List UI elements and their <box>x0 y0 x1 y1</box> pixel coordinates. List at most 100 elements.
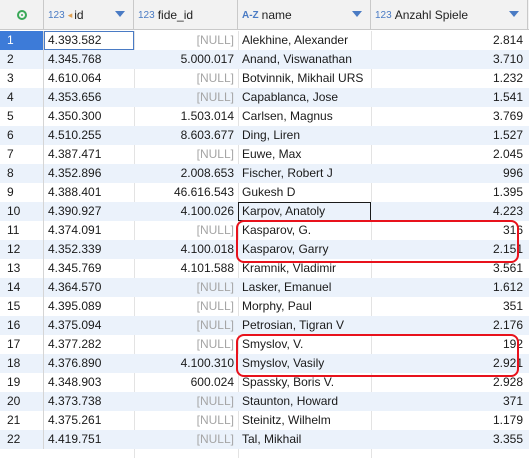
column-header-fide-id[interactable]: 123 fide_id <box>134 0 238 30</box>
cell-fide-id[interactable]: [NULL] <box>134 411 238 430</box>
cell-anzahl-spiele[interactable]: 2.928 <box>371 373 528 392</box>
table-row[interactable]: 22 4.419.751 [NULL] Tal, Mikhail 3.355 <box>0 430 529 449</box>
cell-fide-id[interactable]: 4.100.026 <box>134 202 238 221</box>
cell-fide-id[interactable]: 4.100.018 <box>134 240 238 259</box>
cell-name[interactable]: Spassky, Boris V. <box>238 373 371 392</box>
cell-fide-id[interactable]: [NULL] <box>134 316 238 335</box>
column-header-name[interactable]: A-Z name <box>238 0 371 30</box>
cell-anzahl-spiele[interactable]: 351 <box>371 297 528 316</box>
table-row[interactable]: 12 4.352.339 4.100.018 Kasparov, Garry 2.151 <box>0 240 529 259</box>
cell-name[interactable]: Tal, Mikhail <box>238 430 371 449</box>
cell-name[interactable]: Fischer, Robert J <box>238 164 371 183</box>
cell-id[interactable]: 4.373.738 <box>44 392 134 411</box>
cell-name[interactable]: Euwe, Max <box>238 145 371 164</box>
row-number[interactable]: 10 <box>0 202 44 221</box>
cell-anzahl-spiele[interactable]: 3.561 <box>371 259 528 278</box>
cell-id[interactable]: 4.345.768 <box>44 50 134 69</box>
row-number[interactable]: 9 <box>0 183 44 202</box>
table-row[interactable]: 21 4.375.261 [NULL] Steinitz, Wilhelm 1.179 <box>0 411 529 430</box>
row-number[interactable]: 6 <box>0 126 44 145</box>
row-number[interactable]: 18 <box>0 354 44 373</box>
cell-fide-id[interactable]: [NULL] <box>134 69 238 88</box>
cell-anzahl-spiele[interactable]: 4.223 <box>371 202 528 221</box>
row-number[interactable]: 20 <box>0 392 44 411</box>
cell-anzahl-spiele[interactable]: 371 <box>371 392 528 411</box>
cell-anzahl-spiele[interactable]: 2.045 <box>371 145 528 164</box>
column-menu-arrow-icon[interactable] <box>509 11 519 17</box>
cell-id[interactable]: 4.377.282 <box>44 335 134 354</box>
table-row[interactable]: 10 4.390.927 4.100.026 Karpov, Anatoly 4.223 <box>0 202 529 221</box>
cell-anzahl-spiele[interactable]: 2.151 <box>371 240 528 259</box>
cell-fide-id[interactable]: 1.503.014 <box>134 107 238 126</box>
cell-fide-id[interactable]: 4.100.310 <box>134 354 238 373</box>
cell-fide-id[interactable]: 8.603.677 <box>134 126 238 145</box>
table-row[interactable]: 7 4.387.471 [NULL] Euwe, Max 2.045 <box>0 145 529 164</box>
cell-anzahl-spiele[interactable]: 996 <box>371 164 528 183</box>
cell-fide-id[interactable]: [NULL] <box>134 297 238 316</box>
cell-anzahl-spiele[interactable]: 1.232 <box>371 69 528 88</box>
cell-id[interactable]: 4.364.570 <box>44 278 134 297</box>
cell-name[interactable]: Carlsen, Magnus <box>238 107 371 126</box>
row-number[interactable]: 2 <box>0 50 44 69</box>
cell-anzahl-spiele[interactable]: 2.814 <box>371 31 528 50</box>
cell-name[interactable]: Kramnik, Vladimir <box>238 259 371 278</box>
cell-id[interactable]: 4.395.089 <box>44 297 134 316</box>
table-row[interactable]: 6 4.510.255 8.603.677 Ding, Liren 1.527 <box>0 126 529 145</box>
row-number[interactable]: 3 <box>0 69 44 88</box>
table-row[interactable]: 11 4.374.091 [NULL] Kasparov, G. 316 <box>0 221 529 240</box>
table-row[interactable]: 2 4.345.768 5.000.017 Anand, Viswanathan 3.7… <box>0 50 529 69</box>
cell-fide-id[interactable]: 600.024 <box>134 373 238 392</box>
cell-fide-id[interactable]: [NULL] <box>134 88 238 107</box>
table-row[interactable]: 4 4.353.656 [NULL] Capablanca, Jose 1.541 <box>0 88 529 107</box>
cell-name[interactable]: Kasparov, G. <box>238 221 371 240</box>
cell-id[interactable]: 4.375.261 <box>44 411 134 430</box>
cell-name[interactable]: Staunton, Howard <box>238 392 371 411</box>
cell-id[interactable]: 4.510.255 <box>44 126 134 145</box>
cell-anzahl-spiele[interactable]: 316 <box>371 221 528 240</box>
cell-id[interactable]: 4.374.091 <box>44 221 134 240</box>
row-number[interactable]: 1 <box>0 31 44 50</box>
cell-fide-id[interactable]: [NULL] <box>134 392 238 411</box>
cell-fide-id[interactable]: [NULL] <box>134 278 238 297</box>
cell-fide-id[interactable]: 4.101.588 <box>134 259 238 278</box>
table-row[interactable]: 5 4.350.300 1.503.014 Carlsen, Magnus 3.769 <box>0 107 529 126</box>
cell-id[interactable]: 4.345.769 <box>44 259 134 278</box>
cell-id[interactable]: 4.352.896 <box>44 164 134 183</box>
cell-fide-id[interactable]: [NULL] <box>134 31 238 50</box>
row-number[interactable]: 16 <box>0 316 44 335</box>
cell-anzahl-spiele[interactable]: 2.176 <box>371 316 528 335</box>
cell-id[interactable]: 4.375.094 <box>44 316 134 335</box>
row-number[interactable]: 14 <box>0 278 44 297</box>
cell-id[interactable]: 4.387.471 <box>44 145 134 164</box>
cell-fide-id[interactable]: [NULL] <box>134 335 238 354</box>
cell-anzahl-spiele[interactable]: 3.769 <box>371 107 528 126</box>
cell-anzahl-spiele[interactable]: 2.921 <box>371 354 528 373</box>
cell-fide-id[interactable]: [NULL] <box>134 430 238 449</box>
cell-name[interactable]: Karpov, Anatoly <box>238 202 371 221</box>
cell-name[interactable]: Morphy, Paul <box>238 297 371 316</box>
cell-name[interactable]: Smyslov, Vasily <box>238 354 371 373</box>
cell-id[interactable]: 4.419.751 <box>44 430 134 449</box>
row-number[interactable]: 15 <box>0 297 44 316</box>
cell-anzahl-spiele[interactable]: 1.541 <box>371 88 528 107</box>
row-number[interactable]: 21 <box>0 411 44 430</box>
cell-id[interactable]: 4.393.582 <box>44 31 134 50</box>
cell-anzahl-spiele[interactable]: 3.355 <box>371 430 528 449</box>
cell-name[interactable]: Gukesh D <box>238 183 371 202</box>
cell-anzahl-spiele[interactable]: 1.612 <box>371 278 528 297</box>
cell-fide-id[interactable]: 5.000.017 <box>134 50 238 69</box>
table-row[interactable]: 20 4.373.738 [NULL] Staunton, Howard 371 <box>0 392 529 411</box>
cell-anzahl-spiele[interactable]: 192 <box>371 335 528 354</box>
row-number[interactable]: 4 <box>0 88 44 107</box>
select-all-corner[interactable] <box>0 0 44 30</box>
cell-name[interactable]: Lasker, Emanuel <box>238 278 371 297</box>
cell-id[interactable]: 4.376.890 <box>44 354 134 373</box>
cell-id[interactable]: 4.353.656 <box>44 88 134 107</box>
cell-fide-id[interactable]: 2.008.653 <box>134 164 238 183</box>
row-number[interactable]: 7 <box>0 145 44 164</box>
cell-id[interactable]: 4.388.401 <box>44 183 134 202</box>
cell-fide-id[interactable]: [NULL] <box>134 221 238 240</box>
row-number[interactable]: 13 <box>0 259 44 278</box>
cell-id[interactable]: 4.610.064 <box>44 69 134 88</box>
table-row[interactable]: 19 4.348.903 600.024 Spassky, Boris V. 2.928 <box>0 373 529 392</box>
